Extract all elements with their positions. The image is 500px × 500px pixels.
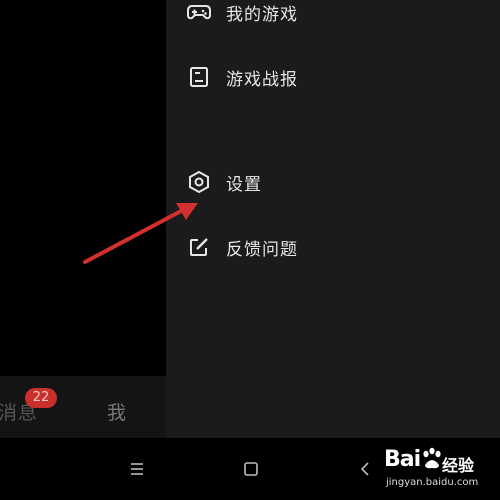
menu-item-label: 设置 — [226, 174, 262, 195]
side-drawer: 我的游戏 游戏战报 设置 反馈问题 — [166, 0, 500, 438]
menu-item-label: 反馈问题 — [226, 239, 298, 260]
square-home-icon[interactable] — [236, 454, 266, 484]
watermark-url: jingyan.baidu.com — [386, 477, 479, 488]
messages-badge: 22 — [25, 388, 57, 408]
chevron-back-icon[interactable] — [350, 454, 380, 484]
menu-item-my-games[interactable]: 我的游戏 — [186, 0, 298, 27]
menu-item-settings[interactable]: 设置 — [186, 167, 262, 197]
menu-item-label: 游戏战报 — [226, 69, 298, 90]
report-icon — [186, 64, 212, 90]
watermark-cn: 经验 — [442, 456, 475, 475]
menu-item-game-report[interactable]: 游戏战报 — [186, 62, 298, 92]
left-content-pane — [0, 0, 166, 376]
bottom-tab-bar: 消息 22 我 — [0, 376, 166, 438]
paw-logo-icon — [423, 447, 441, 469]
menu-item-feedback[interactable]: 反馈问题 — [186, 232, 298, 262]
gamepad-icon — [186, 0, 212, 25]
tab-me[interactable]: 我 — [107, 398, 126, 425]
settings-hexagon-icon — [186, 169, 212, 195]
menu-lines-icon[interactable] — [122, 454, 152, 484]
watermark-brand: Bai — [384, 447, 421, 472]
feedback-edit-icon — [186, 234, 212, 260]
baidu-jingyan-watermark: Bai 经验 jingyan.baidu.com — [384, 443, 496, 495]
menu-item-label: 我的游戏 — [226, 4, 298, 25]
